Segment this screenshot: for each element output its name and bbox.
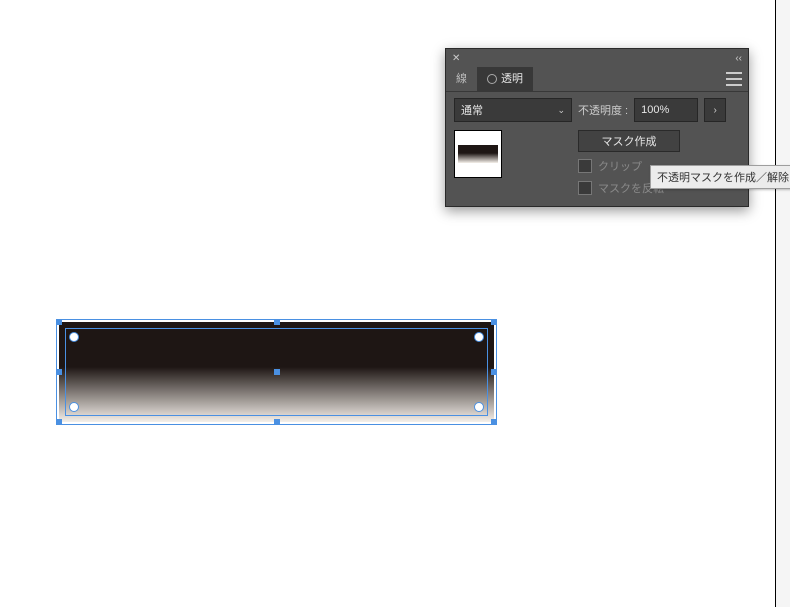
opacity-label: 不透明度 :	[578, 102, 628, 118]
tooltip-text: 不透明マスクを作成／解除	[657, 172, 789, 184]
tab-transparency[interactable]: 透明	[477, 67, 533, 91]
object-thumbnail[interactable]	[454, 130, 502, 178]
clip-checkbox-label: クリップ	[598, 158, 642, 174]
thumbnail-preview	[458, 145, 498, 163]
tab-stroke-label: 線	[456, 73, 467, 85]
make-mask-button-label: マスク作成	[602, 133, 657, 149]
tab-transparency-label: 透明	[501, 73, 523, 85]
blend-mode-value: 通常	[461, 102, 483, 118]
panel-tabs: 線 透明	[446, 67, 748, 92]
panel-menu-icon[interactable]	[726, 72, 742, 86]
opacity-value: 100%	[641, 104, 669, 116]
gradient-rect[interactable]	[59, 322, 494, 422]
invert-mask-checkbox[interactable]	[578, 181, 592, 195]
opacity-input[interactable]: 100%	[634, 98, 698, 122]
collapse-icon[interactable]: ‹‹	[735, 53, 742, 64]
blend-mode-select[interactable]: 通常 ⌄	[454, 98, 572, 122]
blend-opacity-row: 通常 ⌄ 不透明度 : 100% ›	[454, 98, 740, 122]
panel-titlebar[interactable]: ✕ ‹‹	[446, 49, 748, 67]
selected-artwork[interactable]	[59, 322, 494, 422]
transparency-icon	[487, 74, 497, 84]
chevron-down-icon: ⌄	[557, 105, 565, 116]
make-mask-button[interactable]: マスク作成	[578, 130, 680, 152]
opacity-step-button[interactable]: ›	[704, 98, 726, 122]
close-icon[interactable]: ✕	[452, 53, 460, 64]
tab-stroke[interactable]: 線	[446, 67, 477, 91]
clip-checkbox[interactable]	[578, 159, 592, 173]
tooltip: 不透明マスクを作成／解除	[650, 165, 790, 189]
